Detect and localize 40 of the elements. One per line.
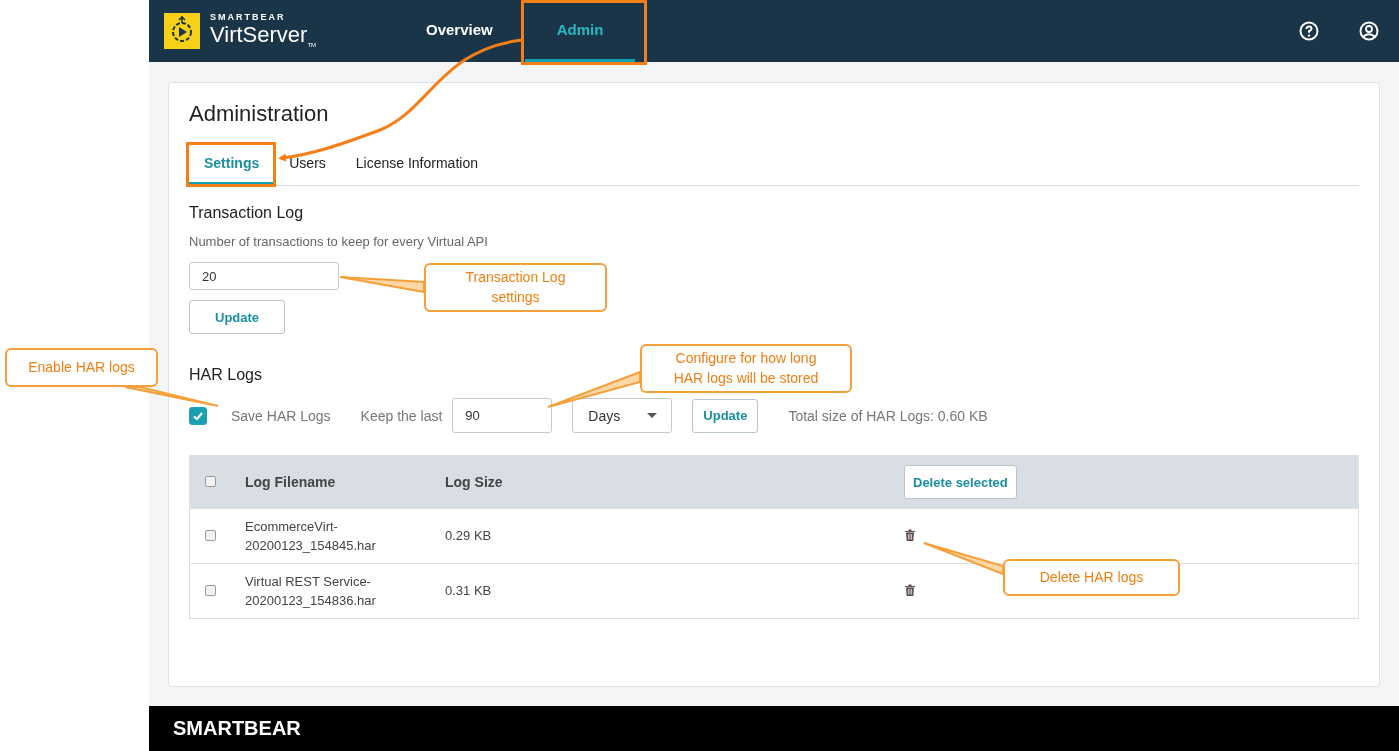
table-cell: EcommerceVirt-20200123_154845.har <box>245 518 376 553</box>
callout: Delete HAR logs <box>1003 559 1180 596</box>
checkbox-label: Save HAR Logs <box>231 407 331 424</box>
column-header: Log Filename <box>245 474 336 490</box>
table-cell: 0.29 KB <box>445 528 492 544</box>
product-name: VirtServer$_{TM}$ <box>210 24 317 49</box>
checkbox[interactable] <box>205 530 216 541</box>
callout: Transaction Log settings <box>424 263 607 312</box>
trash-icon[interactable] <box>905 529 915 541</box>
nav-tab[interactable]: Admin <box>524 0 636 62</box>
tab[interactable]: Users <box>274 155 341 185</box>
update-button[interactable]: Update <box>692 398 759 433</box>
tab[interactable]: License Information <box>340 155 493 185</box>
caret-icon <box>647 412 658 419</box>
input-field[interactable]: 90 <box>452 398 553 433</box>
nav-tab[interactable]: Overview <box>394 0 525 62</box>
input-field[interactable]: 20 <box>189 262 339 290</box>
update-button[interactable]: Update <box>189 300 286 334</box>
checkbox[interactable] <box>205 585 216 596</box>
page-title: Administration <box>189 101 330 127</box>
description: Number of transactions to keep for every Virtual API <box>189 234 489 249</box>
trash-icon[interactable] <box>905 584 915 596</box>
table-cell: Virtual REST Service-20200123_154836.har <box>245 573 376 608</box>
field-label: Keep the last <box>360 407 443 424</box>
callout: Enable HAR logs <box>5 348 158 387</box>
checkbox[interactable] <box>205 476 216 487</box>
logo-icon <box>164 13 200 49</box>
table-cell: 0.31 KB <box>445 583 492 599</box>
delete-selected-button[interactable]: Delete selected <box>904 465 1017 499</box>
column-header: Log Size <box>445 474 503 490</box>
callout: Configure for how long HAR logs will be stored <box>640 344 852 393</box>
total-size-text: Total size of HAR Logs: 0.60 KB <box>788 407 988 424</box>
checkbox[interactable] <box>189 406 207 425</box>
tab[interactable]: Settings <box>189 155 275 185</box>
help-icon[interactable] <box>1299 21 1319 41</box>
section-title: Transaction Log <box>189 204 305 222</box>
footer-logo-text: SMARTBEAR <box>173 717 301 740</box>
brand-label: SMARTBEAR <box>210 13 287 23</box>
user-icon[interactable] <box>1359 21 1379 41</box>
section-title: HAR Logs <box>189 366 262 384</box>
